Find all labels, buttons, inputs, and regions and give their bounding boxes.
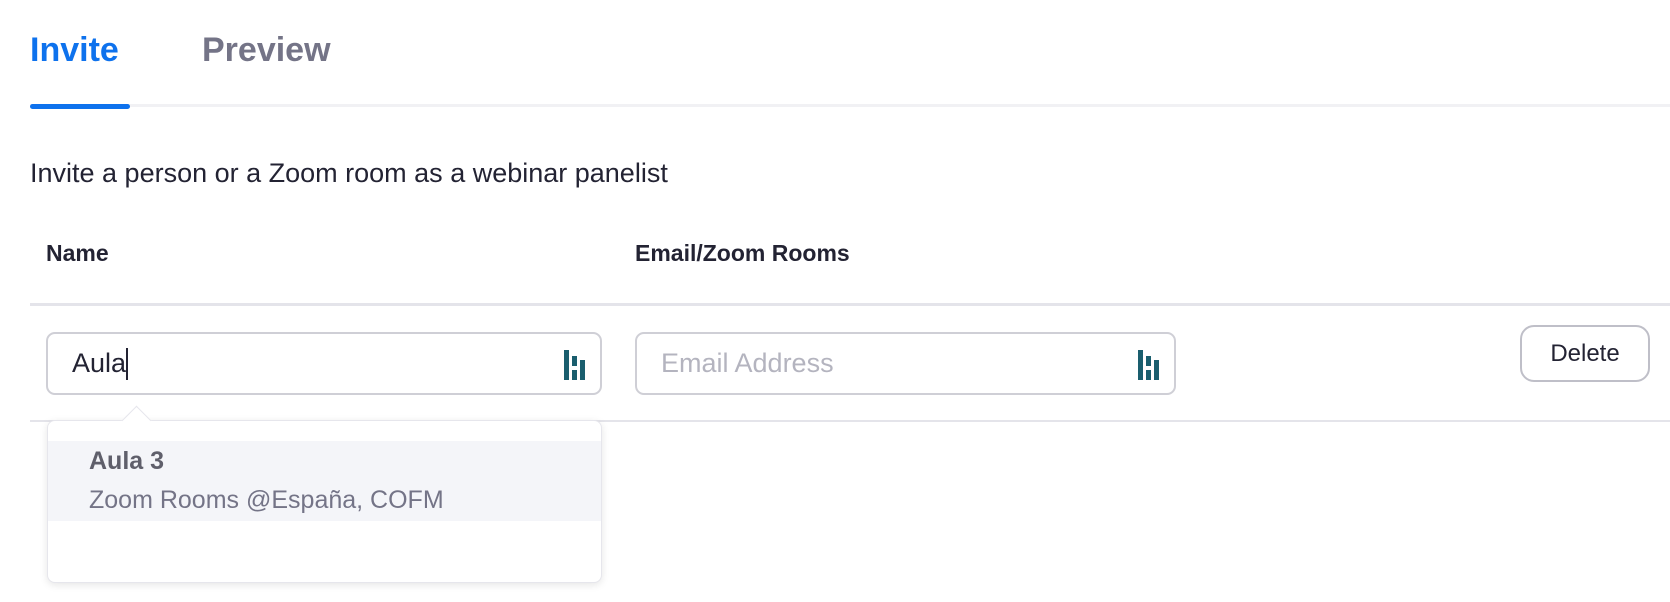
delete-row-button[interactable]: Delete [1520, 325, 1650, 382]
tab-bar: Invite Preview [30, 0, 1670, 110]
name-input[interactable] [72, 334, 542, 393]
active-tab-indicator [30, 104, 130, 109]
name-suggestions-dropdown: Aula 3 Zoom Rooms @España, COFM [47, 405, 602, 583]
name-field[interactable] [46, 332, 602, 395]
panelist-description: Invite a person or a Zoom room as a webi… [30, 158, 668, 188]
dropdown-pointer [121, 405, 152, 436]
column-header-email: Email/Zoom Rooms [635, 240, 850, 266]
column-header-name: Name [46, 240, 109, 266]
tab-preview[interactable]: Preview [202, 30, 331, 70]
password-manager-icon[interactable] [1138, 350, 1162, 380]
text-caret [126, 348, 128, 380]
password-manager-icon[interactable] [564, 350, 588, 380]
tab-invite[interactable]: Invite [30, 30, 119, 70]
email-field[interactable] [635, 332, 1176, 395]
invite-panelists-page: Invite Preview Invite a person or a Zoom… [0, 0, 1670, 602]
tab-bar-divider [30, 104, 1670, 107]
email-input[interactable] [661, 334, 1121, 393]
suggestion-item[interactable]: Aula 3 Zoom Rooms @España, COFM [48, 441, 601, 521]
suggestion-title: Aula 3 [89, 447, 165, 475]
table-header-divider [30, 303, 1670, 306]
suggestion-subtitle: Zoom Rooms @España, COFM [89, 486, 444, 514]
